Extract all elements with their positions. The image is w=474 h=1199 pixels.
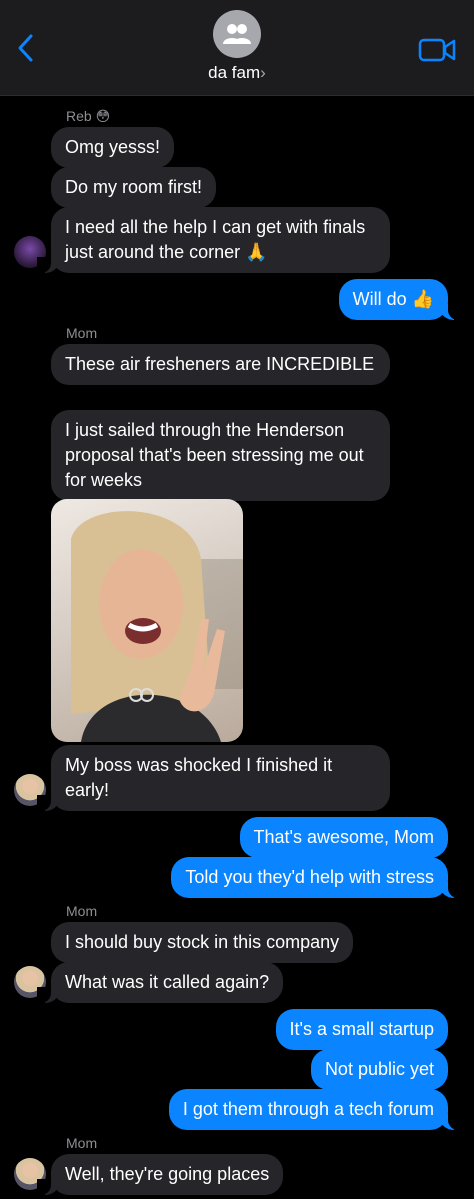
message-bubble[interactable]: These air fresheners are INCREDIBLE <box>51 344 390 385</box>
message-bubble[interactable]: I just sailed through the Henderson prop… <box>51 410 390 501</box>
message-bubble[interactable]: Not public yet <box>310 1049 448 1090</box>
group-name-chevron: › <box>260 63 266 82</box>
sender-name: Mom <box>66 1135 98 1151</box>
message-bubble[interactable]: That's awesome, Mom <box>239 817 448 858</box>
sender-name: Mom <box>66 903 98 919</box>
sender-name: Mom <box>66 325 98 341</box>
message-bubble[interactable]: I got them through a tech forum <box>168 1089 463 1130</box>
chat-header: da fam› <box>0 0 474 96</box>
message-bubble[interactable]: I should buy stock in this company <box>51 922 354 963</box>
message-bubble[interactable]: Do my room first! <box>51 167 217 208</box>
message-bubble[interactable]: Will do 👍 <box>338 279 463 320</box>
message-bubble[interactable]: Told you they'd help with stress <box>171 857 462 898</box>
group-name[interactable]: da fam› <box>0 63 474 83</box>
message-bubble[interactable]: Omg yesss! <box>51 127 175 168</box>
back-chevron-icon[interactable] <box>14 32 38 64</box>
video-call-icon[interactable] <box>418 37 456 63</box>
attached-photo[interactable] <box>51 499 243 742</box>
message-bubble[interactable]: My boss was shocked I finished it early! <box>37 745 390 811</box>
message-bubble[interactable]: It's a small startup <box>275 1009 448 1050</box>
message-bubble[interactable]: Well, they're going places <box>36 1154 284 1195</box>
sender-name: Reb 😳 <box>66 108 111 124</box>
message-bubble[interactable]: I need all the help I can get with final… <box>37 207 390 273</box>
message-bubble[interactable]: What was it called again? <box>36 962 284 1003</box>
group-avatar-icon[interactable] <box>213 10 261 58</box>
group-name-text: da fam <box>208 63 261 82</box>
